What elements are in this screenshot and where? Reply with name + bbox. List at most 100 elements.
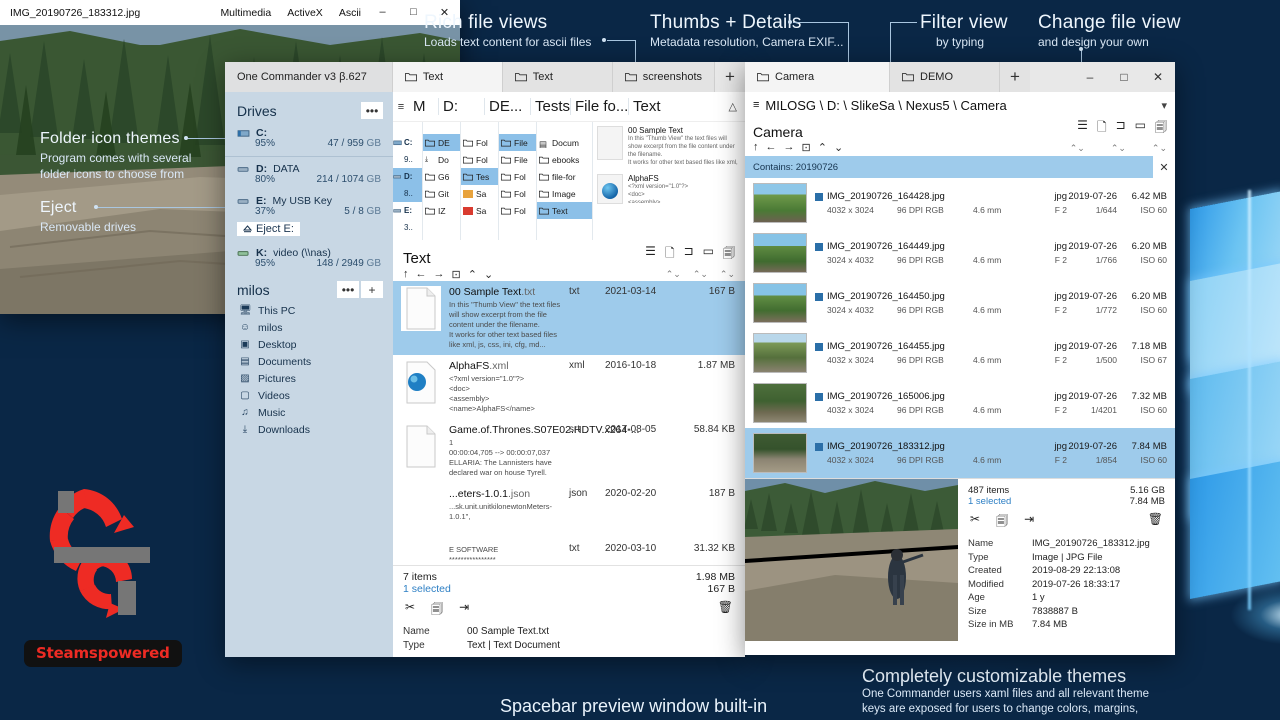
table-row[interactable]: IMG_20190726_164428.jpg 4032 x 3024 96 DP… <box>745 178 1175 228</box>
paste-icon[interactable]: ⇥ <box>459 600 469 621</box>
chevron-down-icon[interactable]: ▾ <box>1161 99 1167 112</box>
column-item[interactable]: Sa <box>461 185 498 202</box>
eject-button[interactable]: Eject E: <box>237 222 300 236</box>
sort-controls[interactable]: ⌃⌄ ⌃⌄ ⌃⌄ <box>666 269 735 280</box>
drives-sidebar[interactable]: Drives ••• C: 95% 47 / 959 GB D: DATA 80 <box>225 92 393 657</box>
details-view-icon[interactable]: 🗋 <box>665 244 675 265</box>
clipboard-actions[interactable]: ✂ 🗐 ⇥ 🗑 <box>403 595 735 625</box>
table-row[interactable]: 00 Sample Text.txt In this "Thumb View" … <box>393 281 745 355</box>
places-more-button[interactable]: ••• <box>337 281 359 298</box>
column-item[interactable]: G6 <box>423 168 460 185</box>
tab-text-2[interactable]: Text <box>502 62 613 92</box>
paste-icon[interactable]: ⇥ <box>1024 512 1034 533</box>
sort-date[interactable]: ⌃⌄ <box>693 269 708 280</box>
cut-icon[interactable]: ✂ <box>405 600 415 621</box>
column-header[interactable]: File fo... <box>571 98 629 115</box>
column-item[interactable]: Tes <box>461 168 498 185</box>
columns-area[interactable]: C: 9.. D: 8.. E: 3.. DE ⤓ Do G6 Git IZ F… <box>393 122 745 240</box>
column-item[interactable]: Image <box>537 185 592 202</box>
path-bar[interactable]: ≡ MILOSG \ D: \ SlikeSa \ Nexus5 \ Camer… <box>745 92 1175 118</box>
column-item[interactable]: Fol <box>461 134 498 151</box>
back-icon[interactable]: ← <box>766 141 777 154</box>
new-tab-button[interactable]: + <box>1000 62 1030 92</box>
column-item[interactable]: Fol <box>499 168 536 185</box>
view-mode-buttons[interactable]: ☰ 🗋 ⊐ ▭ 🗐 <box>645 244 735 265</box>
menu-item-activex[interactable]: ActiveX <box>287 7 323 19</box>
view-mode-buttons[interactable]: ☰ 🗋 ⊐ ▭ 🗐 <box>1070 118 1167 139</box>
column-drives[interactable]: C: 9.. D: 8.. E: 3.. <box>393 122 423 240</box>
drive-item[interactable]: D: DATA 80% 214 / 1074 GB <box>225 161 393 187</box>
tab-text-1[interactable]: Text <box>392 62 503 92</box>
expand-icon[interactable]: ⌄ <box>484 268 493 281</box>
sort-size[interactable]: ⌃⌄ <box>1152 143 1167 154</box>
sort-controls[interactable]: ⌃⌄ ⌃⌄ ⌃⌄ <box>1070 143 1167 154</box>
sidebar-item-desktop[interactable]: ▣ Desktop <box>239 336 393 353</box>
app-title-tab[interactable]: One Commander v3 β.627 <box>225 62 393 92</box>
places-list[interactable]: 🖥 This PC ☺ milos ▣ Desktop ▤ Documents ▨ Pic… <box>225 302 393 438</box>
forward-icon[interactable]: → <box>784 141 795 154</box>
column-item[interactable]: ebooks <box>537 151 592 168</box>
table-row[interactable]: E SOFTWARE **************** d in the ear… <box>393 538 745 565</box>
forward-icon[interactable]: → <box>434 268 445 281</box>
split-view-icon[interactable]: ⊐ <box>684 244 694 265</box>
column-d[interactable]: DE ⤓ Do G6 Git IZ <box>423 122 461 240</box>
newfolder-icon[interactable]: ⊡ <box>452 268 461 281</box>
file-list[interactable]: 00 Sample Text.txt In this "Thumb View" … <box>393 281 745 565</box>
column-item[interactable]: file-for <box>537 168 592 185</box>
menu-icon[interactable]: ≡ <box>753 99 759 111</box>
column-item[interactable]: File <box>499 151 536 168</box>
table-row[interactable]: ...eters-1.0.1.json ...sk.unit.unitkilon… <box>393 483 745 538</box>
filter-text[interactable]: Contains: 20190726 <box>753 162 838 173</box>
copy-icon[interactable]: 🗐 <box>996 512 1008 533</box>
column-header[interactable]: M <box>409 98 439 115</box>
column-item[interactable]: IZ <box>423 202 460 219</box>
details-view-icon[interactable]: 🗋 <box>1097 118 1107 139</box>
column-item[interactable]: Git <box>423 185 460 202</box>
table-row[interactable]: IMG_20190726_183312.jpg 4032 x 3024 96 DP… <box>745 428 1175 478</box>
minimize-icon[interactable]: – <box>1073 62 1107 92</box>
expand-icon[interactable]: ⌄ <box>834 141 843 154</box>
column-item[interactable]: ⤓ Do <box>423 151 460 168</box>
column-item[interactable]: Fol <box>461 151 498 168</box>
column-item[interactable]: C: <box>393 134 422 151</box>
sidebar-item-videos[interactable]: ▢ Videos <box>239 387 393 404</box>
sidebar-item-downloads[interactable]: ⤓ Downloads <box>239 421 393 438</box>
one-commander-right-window[interactable]: Camera DEMO + – □ ✕ ≡ MILOSG \ D: \ Slik… <box>745 62 1175 655</box>
column-item[interactable]: Text <box>537 202 592 219</box>
column-file-folder[interactable]: ▤ Docum ebooks file-for Image Text <box>537 122 593 240</box>
path-text[interactable]: MILOSG \ D: \ SlikeSa \ Nexus5 \ Camera <box>765 98 1006 113</box>
tab-camera[interactable]: Camera <box>745 62 890 92</box>
cut-icon[interactable]: ✂ <box>970 512 980 533</box>
list-view-icon[interactable]: ☰ <box>645 244 656 265</box>
drive-item[interactable]: K: video (\\nas) 95% 148 / 2949 GB <box>225 245 393 271</box>
clipboard-actions[interactable]: ✂ 🗐 ⇥ 🗑 <box>968 507 1165 537</box>
column-header[interactable]: DE... <box>485 98 531 115</box>
sort-type[interactable]: ⌃⌄ <box>1070 143 1085 154</box>
column-item[interactable]: D: <box>393 168 422 185</box>
delete-icon[interactable]: 🗑 <box>718 600 733 621</box>
filter-bar[interactable]: Contains: 20190726 ✕ <box>745 156 1175 178</box>
right-window-tabbar[interactable]: Camera DEMO + – □ ✕ <box>745 62 1175 92</box>
sidebar-item-this-pc[interactable]: 🖥 This PC <box>239 302 393 319</box>
table-row[interactable]: IMG_20190726_164455.jpg 4032 x 3024 96 DP… <box>745 328 1175 378</box>
column-browser[interactable]: ≡ M D: DE... Tests File fo... Text △ C: … <box>393 92 745 657</box>
column-item[interactable]: Fol <box>499 185 536 202</box>
column-item[interactable]: E: <box>393 202 422 219</box>
column-header[interactable]: Tests <box>531 98 571 115</box>
maximize-icon[interactable]: □ <box>1107 62 1141 92</box>
table-row[interactable]: AlphaFS.xml <?xml version="1.0"?> <doc> … <box>393 355 745 419</box>
navigation-buttons[interactable]: ↑ ← → ⊡ ⌃ ⌄ <box>403 268 493 281</box>
collapse-chevron-icon[interactable]: △ <box>721 100 745 113</box>
tile-view-icon[interactable]: ▭ <box>1135 118 1146 139</box>
column-header[interactable]: Text <box>629 98 671 115</box>
thumbs-view-icon[interactable]: 🗐 <box>1155 118 1167 139</box>
drives-more-button[interactable]: ••• <box>361 102 383 119</box>
table-row[interactable]: IMG_20190726_164449.jpg 3024 x 4032 96 DP… <box>745 228 1175 278</box>
minimize-icon[interactable]: – <box>367 6 398 19</box>
sort-date[interactable]: ⌃⌄ <box>1111 143 1126 154</box>
copy-icon[interactable]: 🗐 <box>431 600 443 621</box>
sort-type[interactable]: ⌃⌄ <box>666 269 681 280</box>
column-headers[interactable]: ≡ M D: DE... Tests File fo... Text △ <box>393 92 745 122</box>
split-view-icon[interactable]: ⊐ <box>1116 118 1126 139</box>
list-view-icon[interactable]: ☰ <box>1077 118 1088 139</box>
